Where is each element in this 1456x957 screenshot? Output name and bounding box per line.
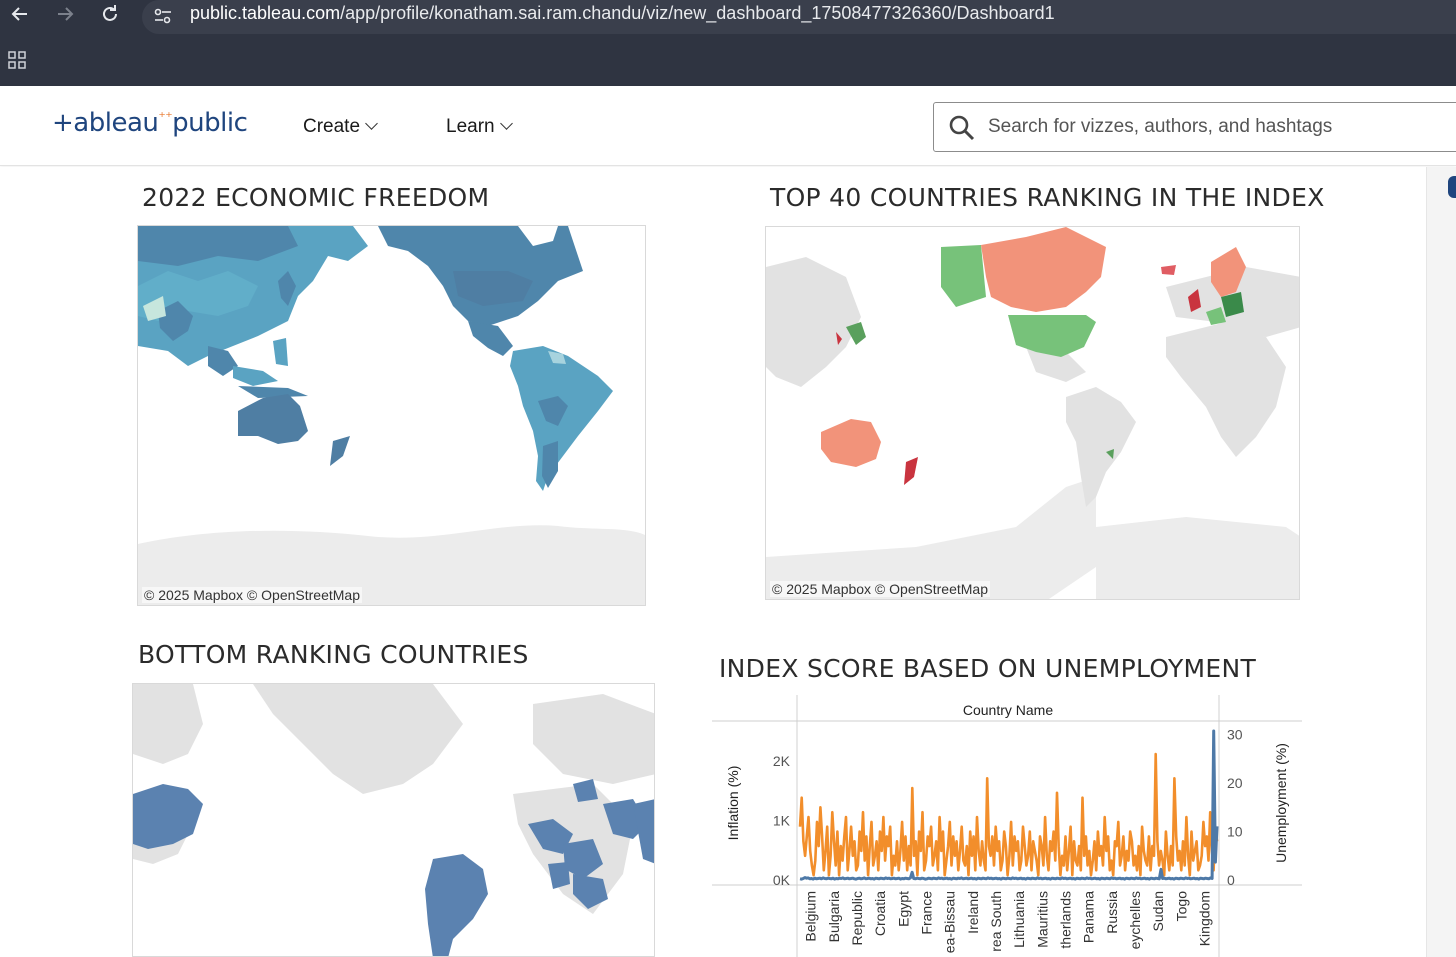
tune-icon bbox=[154, 8, 171, 24]
column-header: Country Name bbox=[963, 702, 1053, 718]
y-tick-label-right: 20 bbox=[1227, 775, 1243, 791]
scrollbar[interactable] bbox=[1426, 167, 1456, 957]
url-text: public.tableau.com/app/profile/konatham.… bbox=[190, 3, 1055, 24]
map-top-40[interactable]: © 2025 Mapbox © OpenStreetMap bbox=[765, 226, 1300, 600]
line-chart[interactable]: Country Name Inflation (%) Unemployment … bbox=[712, 695, 1302, 957]
reload-button[interactable] bbox=[98, 2, 122, 26]
world-map-top40 bbox=[766, 227, 1299, 599]
map-economic-freedom[interactable]: © 2025 Mapbox © OpenStreetMap bbox=[137, 225, 646, 606]
x-tick-label: eychelles bbox=[1127, 891, 1143, 949]
menu-learn-label: Learn bbox=[446, 116, 495, 137]
menu-create[interactable]: Create bbox=[303, 116, 378, 138]
arrow-right-icon bbox=[58, 7, 74, 21]
x-tick-label: rea South bbox=[988, 891, 1004, 952]
y-tick-label-right: 10 bbox=[1227, 824, 1243, 840]
chevron-down-icon bbox=[365, 117, 378, 130]
viz-title-bottom-ranking: BOTTOM RANKING COUNTRIES bbox=[138, 640, 529, 669]
logo-plus: ⁺⁺ bbox=[158, 109, 173, 126]
y-axis-title-left: Inflation (%) bbox=[725, 766, 741, 841]
y-ticks-right: 30 20 10 0 bbox=[1227, 727, 1243, 888]
x-ticks: Belgium Bulgaria Republic Croatia Egypt Franc… bbox=[803, 891, 1213, 953]
x-tick-label: Ireland bbox=[965, 891, 981, 934]
map-attribution[interactable]: © 2025 Mapbox © OpenStreetMap bbox=[142, 587, 362, 603]
x-tick-label: Sudan bbox=[1150, 891, 1166, 931]
x-tick-label: therlands bbox=[1057, 891, 1073, 949]
browser-chrome: public.tableau.com/app/profile/konatham.… bbox=[0, 0, 1456, 86]
x-tick-label: Panama bbox=[1081, 891, 1097, 943]
site-info-button[interactable] bbox=[152, 5, 174, 27]
y-ticks-left: 2K 1K 0K bbox=[773, 753, 791, 888]
back-button[interactable] bbox=[8, 2, 32, 26]
y-tick-label-left: 0K bbox=[773, 872, 791, 888]
y-tick-label-right: 30 bbox=[1227, 727, 1243, 743]
x-tick-label: Bulgaria bbox=[826, 891, 842, 943]
logo-text-b: public bbox=[172, 108, 248, 138]
forward-button[interactable] bbox=[53, 2, 77, 26]
arrow-left-icon bbox=[11, 7, 27, 21]
x-tick-label: Lithuania bbox=[1011, 891, 1027, 948]
search-box[interactable] bbox=[933, 102, 1456, 152]
search-icon bbox=[949, 115, 975, 141]
y-axis-title-right: Unemployment (%) bbox=[1273, 743, 1289, 863]
x-tick-label: Kingdom bbox=[1196, 891, 1212, 946]
viz-title-top-40: TOP 40 COUNTRIES RANKING IN THE INDEX bbox=[770, 183, 1325, 212]
x-tick-label: Mauritius bbox=[1034, 891, 1050, 948]
x-tick-label: Russia bbox=[1104, 891, 1120, 934]
chat-bubble-icon[interactable] bbox=[1448, 176, 1456, 198]
series-line-unemployment[interactable] bbox=[798, 752, 1219, 877]
map-bottom-ranking[interactable] bbox=[132, 683, 655, 957]
url-host: public.tableau.com bbox=[190, 3, 341, 23]
world-map-bottom bbox=[133, 684, 654, 956]
y-tick-label-left: 2K bbox=[773, 753, 791, 769]
grid-icon[interactable] bbox=[8, 51, 26, 69]
x-tick-label: France bbox=[918, 891, 934, 935]
reload-icon bbox=[103, 5, 117, 21]
x-tick-label: Togo bbox=[1173, 891, 1189, 922]
site-header: +ableau⁺⁺public Create Learn bbox=[0, 86, 1456, 166]
viz-title-index-score: INDEX SCORE BASED ON UNEMPLOYMENT bbox=[719, 654, 1257, 683]
menu-create-label: Create bbox=[303, 116, 361, 137]
series-lines bbox=[798, 729, 1219, 881]
y-tick-label-right: 0 bbox=[1227, 872, 1235, 888]
url-path: /app/profile/konatham.sai.ram.chandu/viz… bbox=[340, 3, 1055, 23]
x-tick-label: Belgium bbox=[803, 891, 819, 942]
chart-svg: Country Name Inflation (%) Unemployment … bbox=[712, 695, 1302, 957]
x-tick-label: Egypt bbox=[895, 891, 911, 927]
world-map-blue bbox=[138, 226, 645, 605]
x-tick-label: Croatia bbox=[872, 891, 888, 936]
x-tick-label: Republic bbox=[849, 891, 865, 945]
y-tick-label-left: 1K bbox=[773, 812, 791, 828]
search-input[interactable] bbox=[988, 111, 1448, 143]
logo-text-a: +ableau bbox=[52, 108, 159, 138]
menu-learn[interactable]: Learn bbox=[446, 116, 513, 138]
viz-title-economic-freedom: 2022 ECONOMIC FREEDOM bbox=[142, 183, 490, 212]
tableau-public-logo[interactable]: +ableau⁺⁺public bbox=[52, 108, 248, 138]
chevron-down-icon bbox=[499, 117, 513, 130]
x-tick-label: ea-Bissau bbox=[942, 891, 958, 953]
map-attribution[interactable]: © 2025 Mapbox © OpenStreetMap bbox=[770, 581, 990, 597]
